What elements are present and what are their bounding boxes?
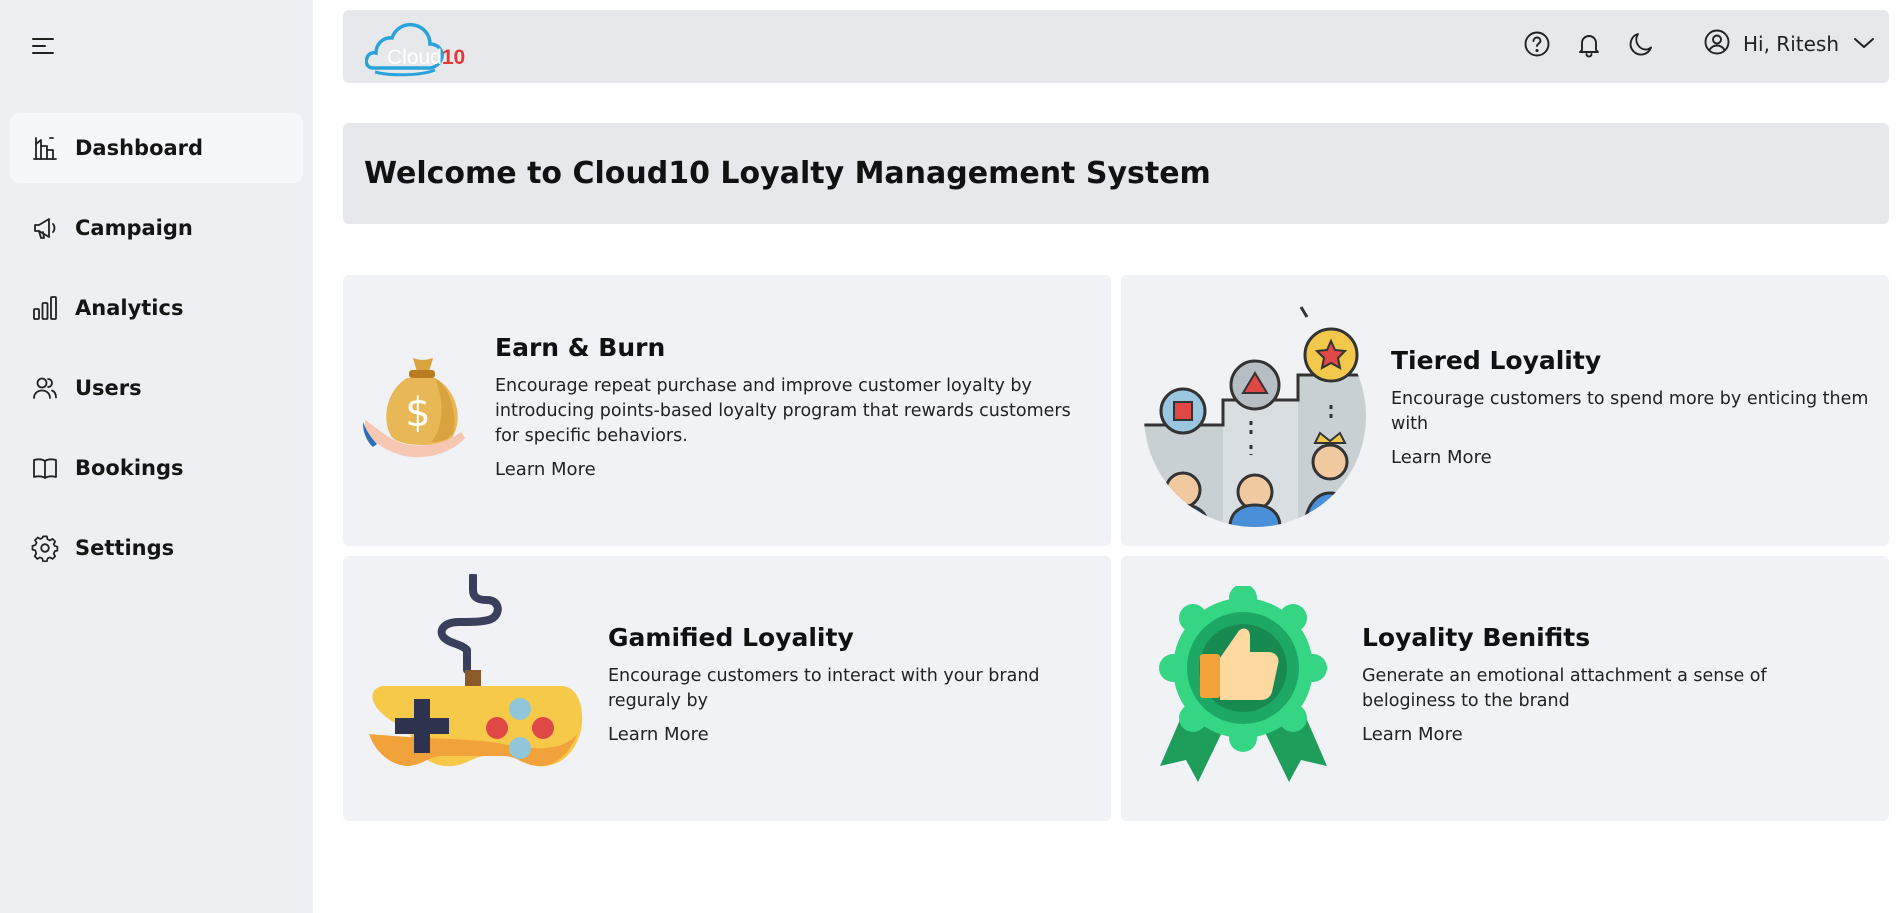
svg-text:$: $ [405, 390, 430, 436]
card-title: Earn & Burn [495, 333, 666, 362]
sidebar-item-label: Campaign [75, 216, 193, 240]
card-description: Encourage customers to interact with you… [608, 666, 1040, 711]
gamepad-illustration [365, 572, 585, 804]
welcome-banner: Welcome to Cloud10 Loyalty Management Sy… [343, 123, 1889, 224]
header-actions [1523, 30, 1655, 58]
sidebar-item-label: Users [75, 376, 142, 400]
user-greeting: Hi, Ritesh [1743, 32, 1840, 56]
learn-more-link[interactable]: Learn More [495, 459, 596, 480]
card-title: Tiered Loyality [1391, 346, 1602, 375]
user-circle-icon [1703, 28, 1731, 60]
sidebar-item-settings[interactable]: Settings [10, 513, 303, 583]
card-tiered-loyalty[interactable]: Tiered Loyality Encourage customers to s… [1121, 275, 1889, 546]
sidebar: Dashboard Campaign Analytics Users Booki… [0, 0, 313, 913]
book-icon [30, 453, 60, 483]
card-description: Encourage repeat purchase and improve cu… [495, 376, 1071, 446]
money-bag-illustration: $ [363, 350, 473, 470]
sidebar-item-label: Dashboard [75, 136, 204, 160]
sidebar-item-label: Analytics [75, 296, 184, 320]
sidebar-item-label: Bookings [75, 456, 184, 480]
card-gamified-loyalty[interactable]: Gamified Loyality Encourage customers to… [343, 556, 1111, 821]
sidebar-item-label: Settings [75, 536, 175, 560]
sidebar-item-campaign[interactable]: Campaign [10, 193, 303, 263]
card-text: Loyality Benifits Generate an emotional … [1362, 623, 1852, 745]
card-title: Loyality Benifits [1362, 623, 1591, 652]
card-text: Tiered Loyality Encourage customers to s… [1391, 346, 1881, 468]
top-header: Cloud10 Hi, Ritesh [343, 10, 1889, 83]
moon-icon[interactable] [1627, 30, 1655, 58]
megaphone-icon [30, 213, 60, 243]
cloud10-logo[interactable]: Cloud10 [364, 16, 465, 78]
card-text: Earn & Burn Encourage repeat purchase an… [495, 333, 1085, 480]
hamburger-menu-icon[interactable] [32, 36, 56, 56]
learn-more-link[interactable]: Learn More [608, 724, 709, 745]
sidebar-item-users[interactable]: Users [10, 353, 303, 423]
card-description: Encourage customers to spend more by ent… [1391, 389, 1869, 434]
sidebar-item-bookings[interactable]: Bookings [10, 433, 303, 503]
user-menu[interactable]: Hi, Ritesh [1703, 28, 1875, 60]
chevron-down-icon[interactable] [1853, 35, 1875, 54]
card-description: Generate an emotional attachment a sense… [1362, 666, 1767, 711]
dashboard-icon [30, 133, 60, 163]
bell-icon[interactable] [1575, 30, 1603, 58]
learn-more-link[interactable]: Learn More [1391, 447, 1492, 468]
gear-icon [30, 533, 60, 563]
sidebar-item-dashboard[interactable]: Dashboard [10, 113, 303, 183]
thumbs-up-badge-illustration [1156, 584, 1331, 786]
card-loyalty-benefits[interactable]: Loyality Benifits Generate an emotional … [1121, 556, 1889, 821]
users-icon [30, 373, 60, 403]
card-title: Gamified Loyality [608, 623, 854, 652]
sidebar-nav: Dashboard Campaign Analytics Users Booki… [10, 113, 303, 593]
card-text: Gamified Loyality Encourage customers to… [608, 623, 1078, 745]
tiered-podium-illustration [1143, 305, 1368, 527]
bar-chart-icon [30, 293, 60, 323]
page-title: Welcome to Cloud10 Loyalty Management Sy… [364, 156, 1211, 191]
card-earn-burn[interactable]: $ Earn & Burn Encourage repeat purchase … [343, 275, 1111, 546]
help-circle-icon[interactable] [1523, 30, 1551, 58]
logo-wordmark: Cloud10 [387, 46, 466, 69]
sidebar-item-analytics[interactable]: Analytics [10, 273, 303, 343]
learn-more-link[interactable]: Learn More [1362, 724, 1463, 745]
